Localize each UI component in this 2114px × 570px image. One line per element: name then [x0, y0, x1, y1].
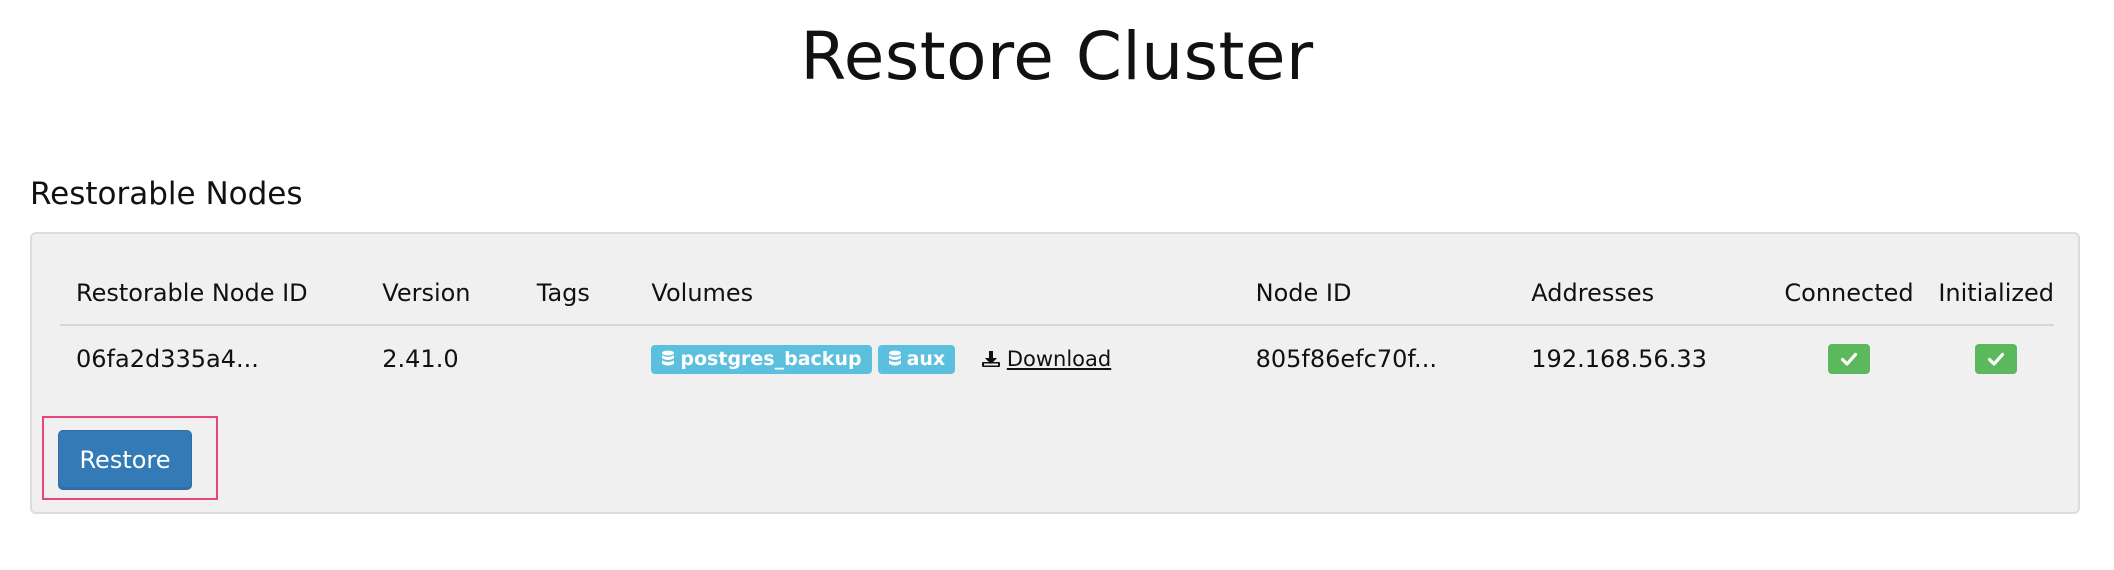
restorable-nodes-panel: Restorable Node ID Version Tags Volumes …: [30, 232, 2080, 514]
column-header-tags: Tags: [520, 262, 636, 326]
download-link[interactable]: Download: [981, 347, 1111, 371]
column-header-node-id: Node ID: [1239, 262, 1516, 326]
initialized-status-badge: [1975, 344, 2018, 374]
table-row: 06fa2d335a4... 2.41.0 postgres_backup au…: [60, 325, 2054, 392]
restorable-nodes-table: Restorable Node ID Version Tags Volumes …: [60, 262, 2054, 392]
download-label: Download: [1006, 347, 1112, 372]
restore-button[interactable]: Restore: [58, 430, 192, 490]
volume-badge-postgres-backup: postgres_backup: [651, 344, 872, 374]
check-icon: [1841, 352, 1858, 366]
table-header-row: Restorable Node ID Version Tags Volumes …: [60, 262, 2054, 326]
database-icon: [662, 350, 675, 366]
section-title: Restorable Nodes: [30, 176, 303, 212]
column-header-volumes: Volumes: [635, 262, 1240, 326]
cell-initialized: [1938, 325, 2054, 392]
volume-badge-aux: aux: [877, 344, 956, 374]
cell-node-id: 805f86efc70f...: [1255, 345, 1437, 373]
column-header-connected: Connected: [1759, 262, 1939, 326]
cell-connected: [1760, 325, 1939, 392]
column-header-initialized: Initialized: [1938, 262, 2054, 326]
database-icon: [888, 350, 901, 366]
column-header-version: Version: [366, 262, 521, 326]
column-header-restorable-node-id: Restorable Node ID: [60, 262, 367, 326]
cell-volumes: postgres_backup aux Download: [635, 325, 1239, 392]
page-title: Restore Cluster: [800, 18, 1314, 95]
volume-label: aux: [906, 347, 946, 370]
check-icon: [1988, 352, 2005, 366]
cell-version: 2.41.0: [382, 345, 459, 373]
connected-status-badge: [1828, 344, 1871, 374]
cell-restorable-node-id: 06fa2d335a4...: [76, 345, 259, 373]
cell-tags: [521, 325, 636, 392]
column-header-addresses: Addresses: [1515, 262, 1760, 326]
cell-addresses: 192.168.56.33: [1531, 345, 1707, 373]
volume-label: postgres_backup: [680, 347, 862, 370]
download-icon: [981, 351, 1000, 368]
